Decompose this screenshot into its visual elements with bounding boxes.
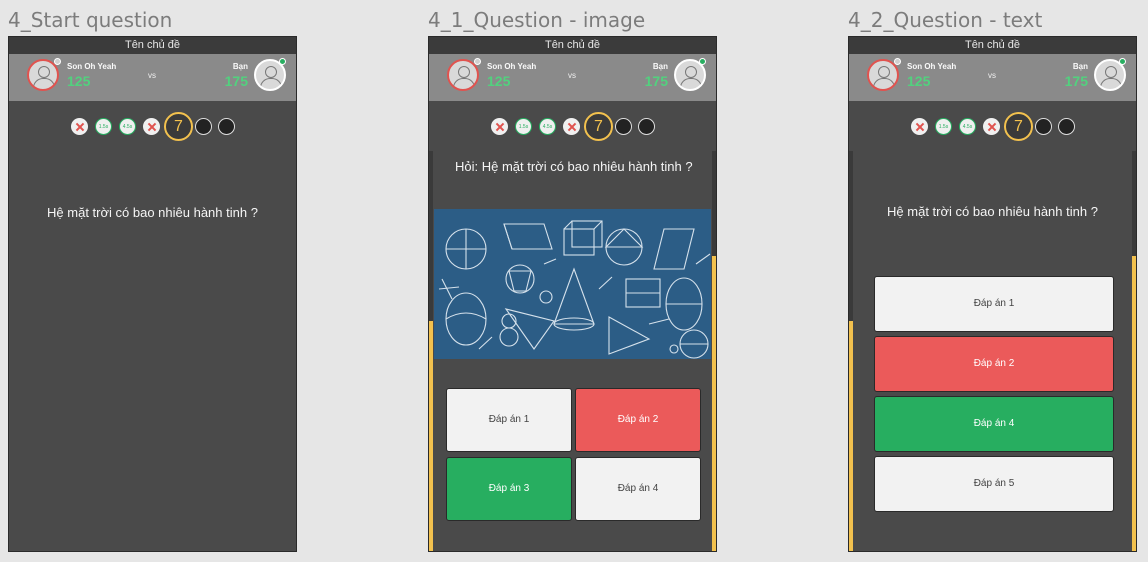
pending-question-dot — [218, 118, 235, 135]
pending-question-dot — [195, 118, 212, 135]
right-timer-bar — [1132, 256, 1136, 551]
opponent-name: Son Oh Yeah — [67, 62, 117, 71]
question-progress: 1.5s 4.5s 7 — [9, 112, 296, 142]
countdown-timer: 7 — [1004, 112, 1033, 141]
pending-question-dot — [638, 118, 655, 135]
answer-time-badge: 1.5s — [935, 118, 952, 135]
vs-label: vs — [568, 71, 576, 80]
math-chalkboard-illustration — [438, 220, 711, 359]
player-name: Bạn — [1072, 62, 1088, 71]
answer-option-1[interactable]: Đáp án 1 — [446, 388, 572, 452]
player-name: Bạn — [232, 62, 248, 71]
score-bar: Son Oh Yeah 125 vs Bạn 175 — [849, 54, 1136, 101]
opponent-status-dot — [474, 58, 481, 65]
topic-title: Tên chủ đề — [849, 37, 1136, 54]
score-bar: Son Oh Yeah 125 vs Bạn 175 — [9, 54, 296, 101]
question-progress: 1.5s 4.5s 7 — [429, 112, 716, 142]
player-score: 175 — [644, 73, 668, 89]
opponent-score: 125 — [487, 73, 511, 89]
answer-time-badge: 4.5s — [539, 118, 556, 135]
player-status-dot — [699, 58, 706, 65]
player-name: Bạn — [652, 62, 668, 71]
phone-frame-start-question: Tên chủ đề Son Oh Yeah 125 vs Bạn 175 1.… — [8, 36, 297, 552]
countdown-timer: 7 — [164, 112, 193, 141]
answer-option-2[interactable]: Đáp án 2 — [874, 336, 1114, 392]
topic-title: Tên chủ đề — [9, 37, 296, 54]
answer-time-badge: 4.5s — [959, 118, 976, 135]
countdown-timer: 7 — [584, 112, 613, 141]
answer-option-3[interactable]: Đáp án 4 — [874, 396, 1114, 452]
topic-title: Tên chủ đề — [429, 37, 716, 54]
answer-option-4[interactable]: Đáp án 4 — [575, 457, 701, 521]
answer-time-badge: 4.5s — [119, 118, 136, 135]
opponent-name: Son Oh Yeah — [907, 62, 957, 71]
phone-frame-question-text: Tên chủ đề Son Oh Yeah 125 vs Bạn 175 1.… — [848, 36, 1137, 552]
phone-frame-question-image: Tên chủ đề Son Oh Yeah 125 vs Bạn 175 1.… — [428, 36, 717, 552]
player-score: 175 — [1064, 73, 1088, 89]
question-text: Hỏi: Hệ mặt trời có bao nhiêu hành tinh … — [434, 149, 711, 209]
pending-question-dot — [1035, 118, 1052, 135]
opponent-name: Son Oh Yeah — [487, 62, 537, 71]
question-image — [434, 209, 711, 359]
opponent-status-dot — [894, 58, 901, 65]
answer-time-badge: 1.5s — [515, 118, 532, 135]
question-text: Hệ mặt trời có bao nhiêu hành tinh ? — [887, 204, 1098, 219]
player-score: 175 — [224, 73, 248, 89]
answer-time-badge: 1.5s — [95, 118, 112, 135]
opponent-score: 125 — [907, 73, 931, 89]
question-progress: 1.5s 4.5s 7 — [849, 112, 1136, 142]
wrong-answer-icon — [563, 118, 580, 135]
answer-option-3[interactable]: Đáp án 3 — [446, 457, 572, 521]
pending-question-dot — [1058, 118, 1075, 135]
score-bar: Son Oh Yeah 125 vs Bạn 175 — [429, 54, 716, 101]
opponent-score: 125 — [67, 73, 91, 89]
wrong-answer-icon — [143, 118, 160, 135]
answer-option-2[interactable]: Đáp án 2 — [575, 388, 701, 452]
player-status-dot — [1119, 58, 1126, 65]
vs-label: vs — [988, 71, 996, 80]
left-timer-bar — [429, 321, 433, 551]
pending-question-dot — [615, 118, 632, 135]
answer-option-1[interactable]: Đáp án 1 — [874, 276, 1114, 332]
wrong-answer-icon — [911, 118, 928, 135]
vs-label: vs — [148, 71, 156, 80]
wrong-answer-icon — [491, 118, 508, 135]
player-status-dot — [279, 58, 286, 65]
wrong-answer-icon — [71, 118, 88, 135]
opponent-status-dot — [54, 58, 61, 65]
frame-title-question-text: 4_2_Question - text — [848, 8, 1043, 32]
left-timer-bar — [849, 321, 853, 551]
question-text: Hệ mặt trời có bao nhiêu hành tinh ? — [47, 205, 258, 220]
right-timer-bar — [712, 256, 716, 551]
frame-title-start-question: 4_Start question — [8, 8, 173, 32]
wrong-answer-icon — [983, 118, 1000, 135]
frame-title-question-image: 4_1_Question - image — [428, 8, 646, 32]
answer-option-4[interactable]: Đáp án 5 — [874, 456, 1114, 512]
